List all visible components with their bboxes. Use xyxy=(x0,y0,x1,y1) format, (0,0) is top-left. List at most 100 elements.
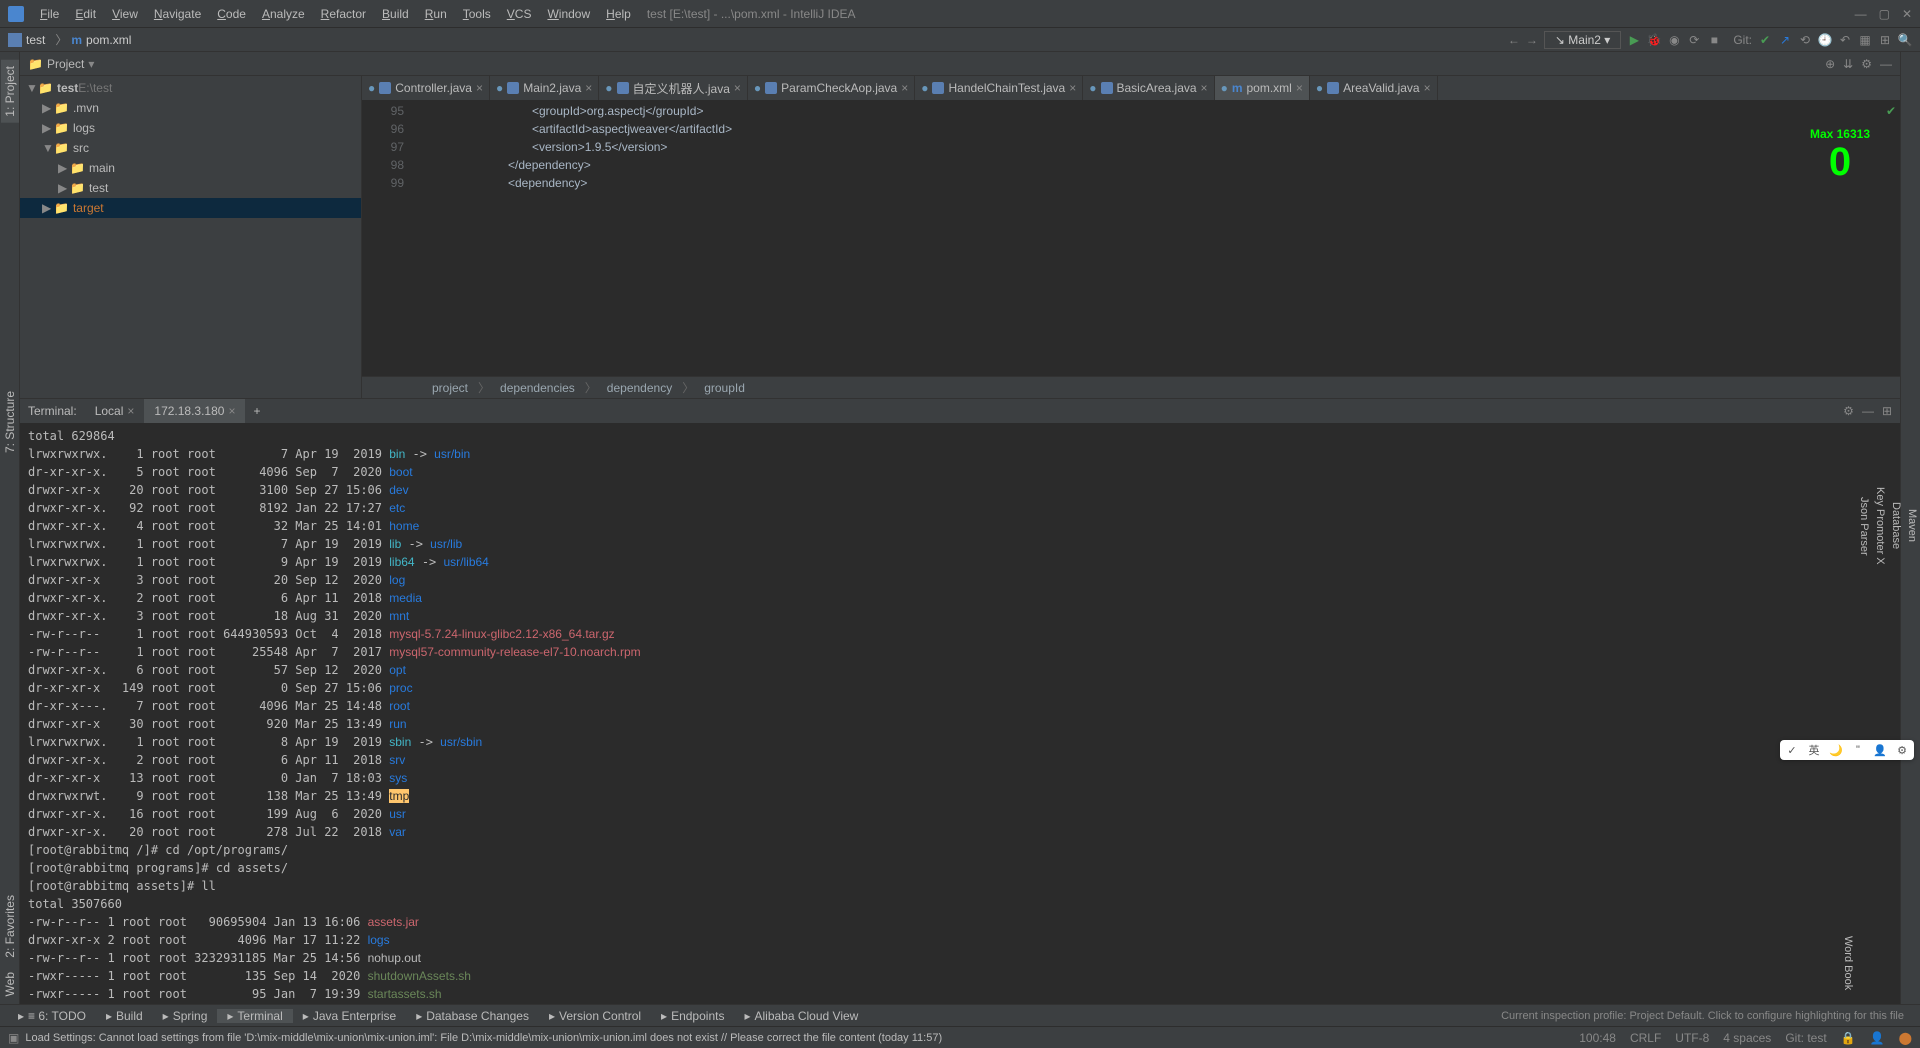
bottom-tab[interactable]: ▸Database Changes xyxy=(406,1009,539,1023)
ime-gear-icon[interactable]: ⚙ xyxy=(1894,742,1910,758)
locate-icon[interactable]: ⊕ xyxy=(1825,57,1835,71)
terminal-settings-icon[interactable]: ⚙ xyxy=(1843,404,1854,418)
menu-view[interactable]: View xyxy=(104,7,146,21)
menu-edit[interactable]: Edit xyxy=(67,7,104,21)
git-branch[interactable]: Git: test xyxy=(1785,1031,1826,1045)
notification-icon[interactable]: ⬤ xyxy=(1899,1031,1912,1045)
bottom-tab[interactable]: ▸Build xyxy=(96,1009,153,1023)
tool-tab-keypromoter[interactable]: Key Promoter X xyxy=(1872,481,1888,571)
tool-tab-database[interactable]: Database xyxy=(1888,496,1904,555)
menu-vcs[interactable]: VCS xyxy=(499,7,540,21)
caret-position[interactable]: 100:48 xyxy=(1579,1031,1616,1045)
menu-tools[interactable]: Tools xyxy=(455,7,499,21)
git-commit-icon[interactable]: ✔ xyxy=(1758,33,1772,47)
bottom-tab[interactable]: ▸≡ 6: TODO xyxy=(8,1009,96,1023)
menu-refactor[interactable]: Refactor xyxy=(313,7,374,21)
line-separator[interactable]: CRLF xyxy=(1630,1031,1661,1045)
menu-navigate[interactable]: Navigate xyxy=(146,7,209,21)
editor-tab[interactable]: ●BasicArea.java× xyxy=(1083,76,1214,100)
project-tree[interactable]: ▼📁test E:\test▶📁.mvn▶📁logs▼📁src▶📁main▶📁t… xyxy=(20,76,362,398)
bottom-tab[interactable]: ▸Java Enterprise xyxy=(293,1009,406,1023)
editor-tab[interactable]: ●Controller.java× xyxy=(362,76,490,100)
profile-icon[interactable]: ⟳ xyxy=(1687,33,1701,47)
breadcrumb-item[interactable]: groupId xyxy=(704,381,745,395)
bottom-tab[interactable]: ▸Endpoints xyxy=(651,1009,734,1023)
inspector-icon[interactable]: 👤 xyxy=(1870,1031,1885,1045)
indent-config[interactable]: 4 spaces xyxy=(1723,1031,1771,1045)
close-icon[interactable]: ✕ xyxy=(1902,7,1912,21)
coverage-icon[interactable]: ◉ xyxy=(1667,33,1681,47)
minimize-icon[interactable]: — xyxy=(1855,7,1867,21)
editor-tab[interactable]: ●Main2.java× xyxy=(490,76,599,100)
tree-item[interactable]: ▶📁target xyxy=(20,198,361,218)
ime-person-icon[interactable]: 👤 xyxy=(1872,742,1888,758)
tool-tab-web[interactable]: Web xyxy=(1,966,19,1002)
nav-back-icon[interactable]: ← xyxy=(1508,33,1520,47)
tool-tab-favorites[interactable]: 2: Favorites xyxy=(1,889,19,964)
breadcrumb-item[interactable]: dependency xyxy=(607,381,672,395)
file-encoding[interactable]: UTF-8 xyxy=(1675,1031,1709,1045)
bottom-tab[interactable]: ▸Terminal xyxy=(217,1009,292,1023)
run-config-selector[interactable]: ↘ Main2 ▾ xyxy=(1544,31,1621,49)
tree-item[interactable]: ▶📁main xyxy=(20,158,361,178)
ime-comma-icon[interactable]: " xyxy=(1850,742,1866,758)
maximize-icon[interactable]: ▢ xyxy=(1879,7,1890,21)
editor-tab[interactable]: ●HandelChainTest.java× xyxy=(915,76,1083,100)
nav-module[interactable]: test xyxy=(26,33,45,47)
menu-window[interactable]: Window xyxy=(539,7,598,21)
nav-file[interactable]: m pom.xml xyxy=(71,33,131,47)
editor-breadcrumb[interactable]: project〉dependencies〉dependency〉groupId xyxy=(362,376,1900,398)
ime-toolbar[interactable]: ✓ 英 🌙 " 👤 ⚙ xyxy=(1780,740,1914,760)
tree-item[interactable]: ▶📁logs xyxy=(20,118,361,138)
git-history-icon[interactable]: 🕘 xyxy=(1818,33,1832,47)
collapse-icon[interactable]: ⇊ xyxy=(1843,57,1853,71)
inspection-hint[interactable]: Current inspection profile: Project Defa… xyxy=(1501,1010,1912,1022)
inspection-ok-icon[interactable]: ✔ xyxy=(1886,104,1896,118)
hide-icon[interactable]: — xyxy=(1880,57,1892,71)
tree-item[interactable]: ▼📁src xyxy=(20,138,361,158)
terminal-layout-icon[interactable]: ⊞ xyxy=(1882,404,1892,418)
window-controls[interactable]: — ▢ ✕ xyxy=(1855,7,1912,21)
terminal-tab-local[interactable]: Local × xyxy=(85,399,145,423)
tool-tab-maven[interactable]: Maven xyxy=(1904,503,1920,548)
editor-tab[interactable]: ●mpom.xml× xyxy=(1215,76,1310,100)
code-lines[interactable]: <groupId>org.aspectj</groupId><artifactI… xyxy=(412,100,732,376)
ime-lang-icon[interactable]: 英 xyxy=(1806,742,1822,758)
lock-icon[interactable]: 🔒 xyxy=(1841,1031,1856,1045)
breadcrumb-item[interactable]: dependencies xyxy=(500,381,575,395)
editor-tab[interactable]: ●ParamCheckAop.java× xyxy=(748,76,915,100)
tree-item[interactable]: ▶📁.mvn xyxy=(20,98,361,118)
ime-moon-icon[interactable]: 🌙 xyxy=(1828,742,1844,758)
nav-fwd-icon[interactable]: → xyxy=(1526,33,1538,47)
terminal-add-tab[interactable]: + xyxy=(245,402,268,420)
menu-code[interactable]: Code xyxy=(209,7,254,21)
gear-icon[interactable]: ⚙ xyxy=(1861,57,1872,71)
tool-tab-wordbook[interactable]: Word Book xyxy=(1840,930,1856,996)
debug-icon[interactable]: 🐞 xyxy=(1647,33,1661,47)
tool-tab-jsonparser[interactable]: Json Parser xyxy=(1856,491,1872,562)
tree-item[interactable]: ▼📁test E:\test xyxy=(20,78,361,98)
ime-check-icon[interactable]: ✓ xyxy=(1784,742,1800,758)
structure-icon[interactable]: ▦ xyxy=(1858,33,1872,47)
git-push-icon[interactable]: ↗ xyxy=(1778,33,1792,47)
editor-tab[interactable]: ●自定义机器人.java× xyxy=(599,76,748,100)
breadcrumb-item[interactable]: project xyxy=(432,381,468,395)
menu-build[interactable]: Build xyxy=(374,7,417,21)
bottom-tab[interactable]: ▸Alibaba Cloud View xyxy=(734,1009,868,1023)
dropdown-icon[interactable]: ▾ xyxy=(88,57,94,71)
git-update-icon[interactable]: ⟲ xyxy=(1798,33,1812,47)
terminal-hide-icon[interactable]: — xyxy=(1862,404,1874,418)
menu-analyze[interactable]: Analyze xyxy=(254,7,313,21)
terminal-tab-remote[interactable]: 172.18.3.180 × xyxy=(144,399,245,423)
editor-tab[interactable]: ●AreaValid.java× xyxy=(1310,76,1438,100)
tool-tab-structure[interactable]: 7: Structure xyxy=(1,385,19,459)
search-icon[interactable]: 🔍 xyxy=(1898,33,1912,47)
menu-run[interactable]: Run xyxy=(417,7,455,21)
stop-icon[interactable]: ■ xyxy=(1707,33,1721,47)
tree-item[interactable]: ▶📁test xyxy=(20,178,361,198)
git-revert-icon[interactable]: ↶ xyxy=(1838,33,1852,47)
run-icon[interactable]: ▶ xyxy=(1627,33,1641,47)
status-icon[interactable]: ▣ xyxy=(8,1031,19,1045)
bottom-tab[interactable]: ▸Spring xyxy=(153,1009,218,1023)
menu-help[interactable]: Help xyxy=(598,7,639,21)
